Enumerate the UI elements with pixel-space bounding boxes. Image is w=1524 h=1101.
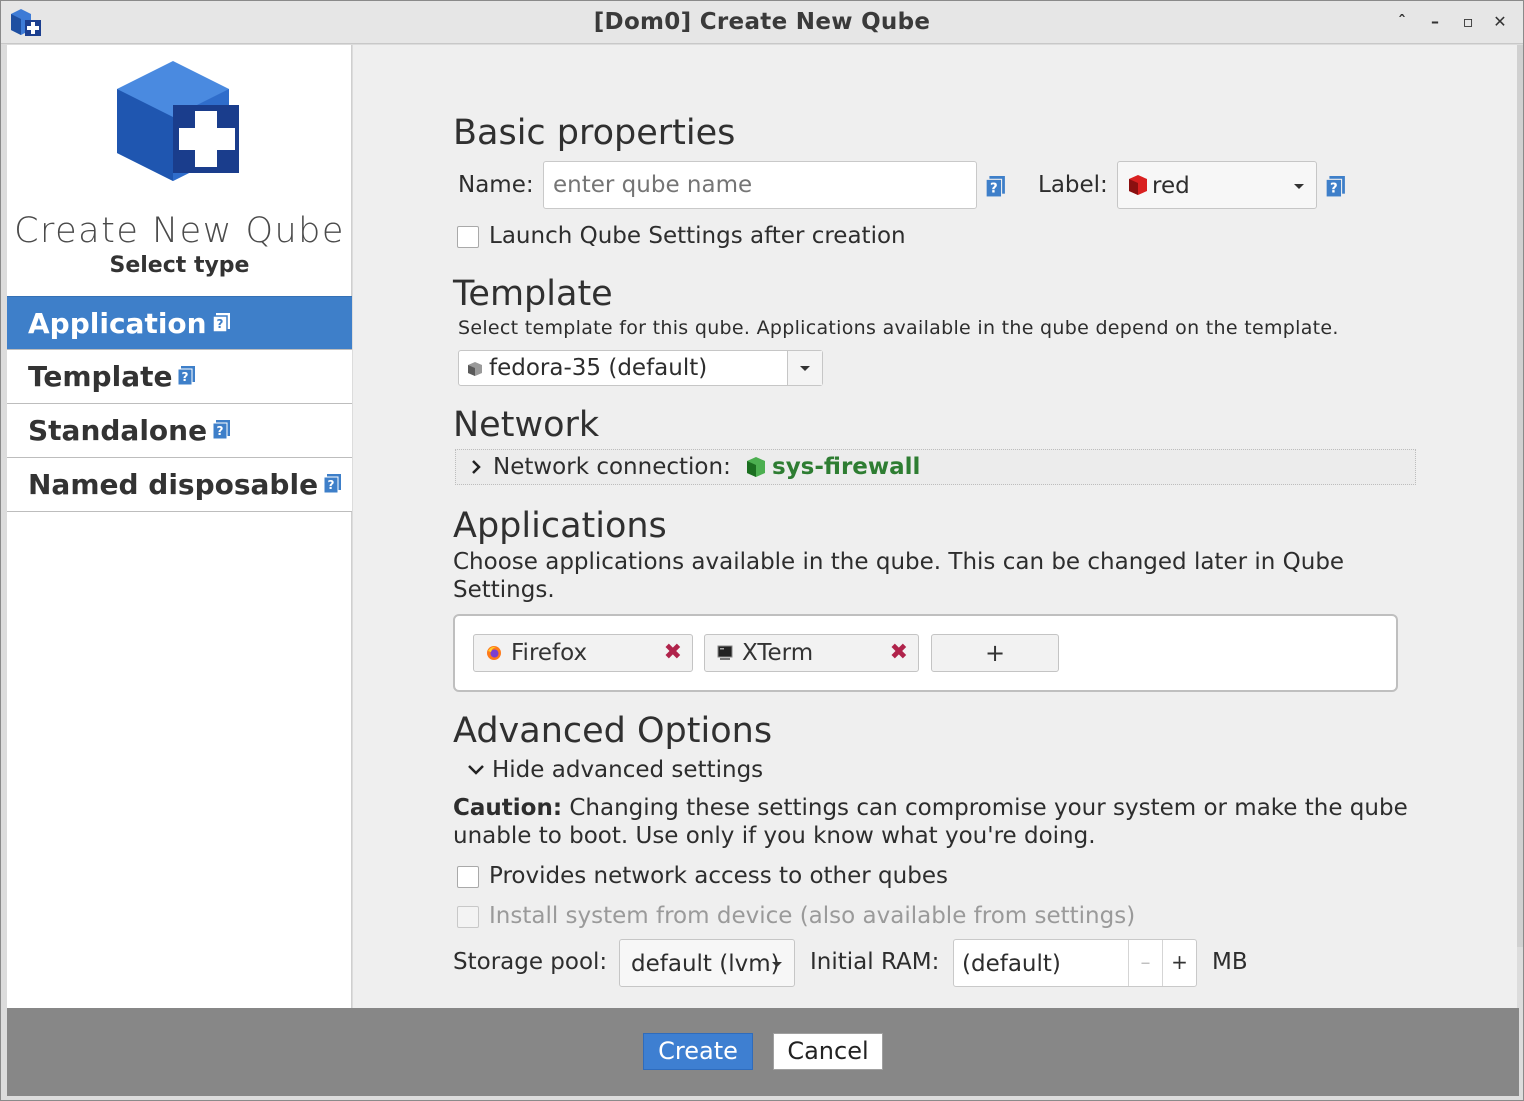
- type-item-standalone[interactable]: Standalone?: [7, 404, 352, 458]
- app-chip-label: Firefox: [511, 640, 588, 666]
- caution-body: Changing these settings can compromise y…: [453, 795, 1408, 849]
- applications-description: Choose applications available in the qub…: [453, 549, 1345, 603]
- svg-text:?: ?: [182, 370, 189, 384]
- maximize-button[interactable]: ▫: [1457, 11, 1479, 33]
- svg-text:?: ?: [217, 424, 224, 438]
- template-qube-icon: [468, 362, 482, 376]
- type-item-named-disposable[interactable]: Named disposable?: [7, 458, 352, 512]
- chevron-down-icon: [1294, 184, 1304, 189]
- create-button[interactable]: Create: [643, 1033, 753, 1070]
- chevron-down-icon: [772, 962, 782, 967]
- label-value: red: [1152, 173, 1190, 199]
- initial-ram-spinbox[interactable]: (default) – +: [953, 939, 1197, 987]
- install-from-device-label: Install system from device (also availab…: [489, 903, 1136, 929]
- initial-ram-value: (default): [962, 951, 1061, 977]
- type-item-application[interactable]: Application?: [7, 296, 352, 350]
- name-help-icon[interactable]: ?: [986, 176, 1005, 197]
- type-label: Standalone: [28, 414, 208, 447]
- terminal-icon: [717, 645, 733, 660]
- chevron-down-icon: [800, 366, 810, 371]
- caution-text: Caution: Changing these settings can com…: [453, 794, 1413, 850]
- green-qube-icon: [747, 457, 765, 477]
- red-qube-icon: [1129, 175, 1147, 195]
- window-title: [Dom0] Create New Qube: [593, 9, 931, 35]
- template-dropdown-button[interactable]: [787, 351, 822, 385]
- cancel-button[interactable]: Cancel: [773, 1033, 883, 1070]
- caution-bold: Caution:: [453, 795, 563, 821]
- name-label: Name:: [458, 172, 534, 198]
- provides-network-label: Provides network access to other qubes: [489, 863, 948, 889]
- app-chip-label: XTerm: [742, 640, 814, 666]
- firefox-icon: [487, 646, 501, 660]
- app-chip-firefox[interactable]: Firefox ✖: [473, 634, 693, 672]
- type-label: Template: [28, 360, 173, 393]
- storage-pool-value: default (lvm): [631, 951, 780, 977]
- type-label: Application: [28, 307, 207, 340]
- svg-text:?: ?: [216, 317, 223, 331]
- ram-unit-label: MB: [1212, 949, 1248, 975]
- svg-text:?: ?: [990, 182, 998, 197]
- ram-decrement-button[interactable]: –: [1128, 940, 1162, 986]
- label-label: Label:: [1038, 172, 1108, 198]
- footer-bar: Create Cancel: [7, 1008, 1519, 1096]
- toggle-advanced-settings[interactable]: Hide advanced settings: [467, 756, 767, 786]
- section-title-advanced: Advanced Options: [453, 711, 773, 751]
- section-title-network: Network: [453, 405, 600, 445]
- add-application-button[interactable]: +: [931, 634, 1059, 672]
- template-description: Select template for this qube. Applicati…: [458, 317, 1339, 339]
- remove-app-icon[interactable]: ✖: [664, 635, 682, 671]
- section-title-applications: Applications: [453, 506, 667, 546]
- label-help-icon[interactable]: ?: [1326, 176, 1345, 197]
- sidebar-subheading: Select type: [109, 253, 250, 278]
- network-connection-expander[interactable]: Network connection: sys-firewall: [455, 449, 1416, 485]
- network-connection-value: sys-firewall: [772, 454, 921, 480]
- qube-logo-icon: [117, 61, 239, 181]
- help-icon[interactable]: ?: [213, 419, 231, 439]
- svg-text:?: ?: [1330, 182, 1338, 197]
- help-icon[interactable]: ?: [178, 365, 196, 385]
- initial-ram-label: Initial RAM:: [810, 949, 940, 975]
- template-value: fedora-35 (default): [489, 355, 708, 381]
- type-label: Named disposable: [28, 468, 319, 501]
- chevron-down-icon: [468, 765, 484, 775]
- section-title-basic: Basic properties: [453, 113, 736, 153]
- label-select[interactable]: red: [1117, 161, 1317, 209]
- provides-network-checkbox[interactable]: [457, 866, 479, 888]
- launch-settings-label: Launch Qube Settings after creation: [489, 223, 906, 249]
- help-icon[interactable]: ?: [212, 312, 230, 332]
- type-item-template[interactable]: Template?: [7, 350, 352, 404]
- shade-button[interactable]: ˆ: [1391, 11, 1413, 33]
- install-from-device-checkbox: [457, 906, 479, 928]
- qube-type-list: Application? Template? Standalone? Named…: [7, 296, 352, 512]
- toggle-advanced-label: Hide advanced settings: [492, 757, 764, 783]
- storage-pool-label: Storage pool:: [453, 949, 608, 975]
- app-chip-xterm[interactable]: XTerm ✖: [704, 634, 919, 672]
- sidebar: Create New Qube Select type Application?…: [7, 45, 352, 1008]
- remove-app-icon[interactable]: ✖: [890, 635, 908, 671]
- vertical-scrollbar[interactable]: [1517, 45, 1523, 947]
- close-button[interactable]: ✕: [1489, 11, 1511, 33]
- network-connection-label: Network connection:: [493, 454, 731, 480]
- storage-pool-select[interactable]: default (lvm): [619, 939, 795, 987]
- section-title-template: Template: [453, 274, 613, 314]
- name-input[interactable]: [543, 161, 977, 209]
- launch-settings-checkbox[interactable]: [457, 226, 479, 248]
- svg-text:?: ?: [328, 478, 335, 492]
- title-bar[interactable]: [Dom0] Create New Qube ˆ – ▫ ✕: [1, 1, 1523, 44]
- sidebar-heading: Create New Qube: [14, 211, 345, 251]
- applications-box: Firefox ✖ XTerm ✖ +: [453, 614, 1398, 692]
- minimize-button[interactable]: –: [1424, 11, 1446, 33]
- help-icon[interactable]: ?: [324, 473, 342, 493]
- ram-increment-button[interactable]: +: [1162, 940, 1196, 986]
- template-select[interactable]: fedora-35 (default): [458, 350, 823, 386]
- create-new-qube-window: [Dom0] Create New Qube ˆ – ▫ ✕ Create Ne…: [0, 0, 1524, 1101]
- chevron-right-icon: [472, 460, 481, 474]
